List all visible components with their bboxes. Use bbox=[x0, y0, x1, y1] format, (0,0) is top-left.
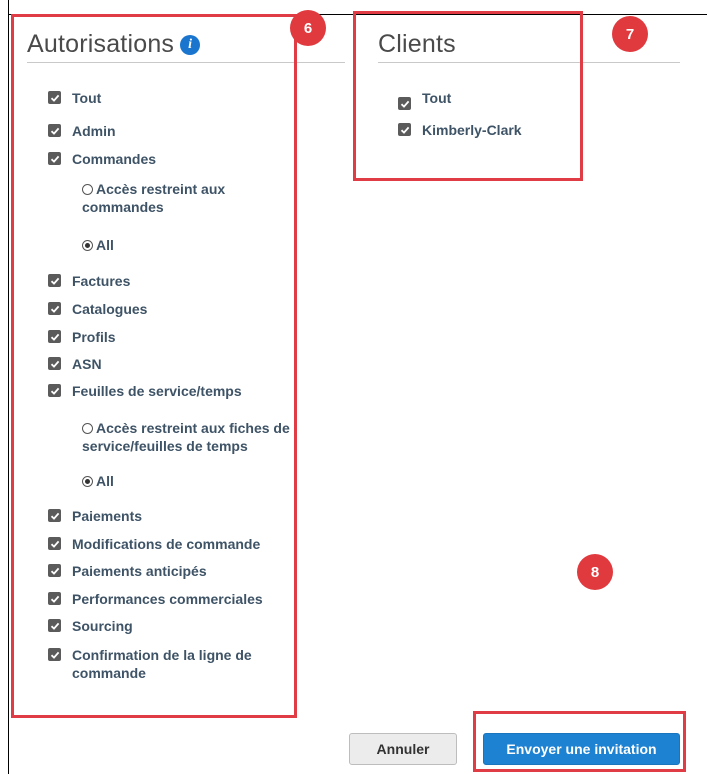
highlight-box-authorizations bbox=[11, 14, 297, 718]
send-invitation-button[interactable]: Envoyer une invitation bbox=[483, 733, 680, 765]
highlight-box-clients bbox=[353, 11, 583, 181]
cancel-button[interactable]: Annuler bbox=[349, 733, 457, 765]
step-badge-6: 6 bbox=[290, 10, 326, 46]
panel-left-border bbox=[8, 0, 9, 774]
step-badge-7: 7 bbox=[612, 16, 648, 52]
step-badge-8: 8 bbox=[577, 554, 613, 590]
